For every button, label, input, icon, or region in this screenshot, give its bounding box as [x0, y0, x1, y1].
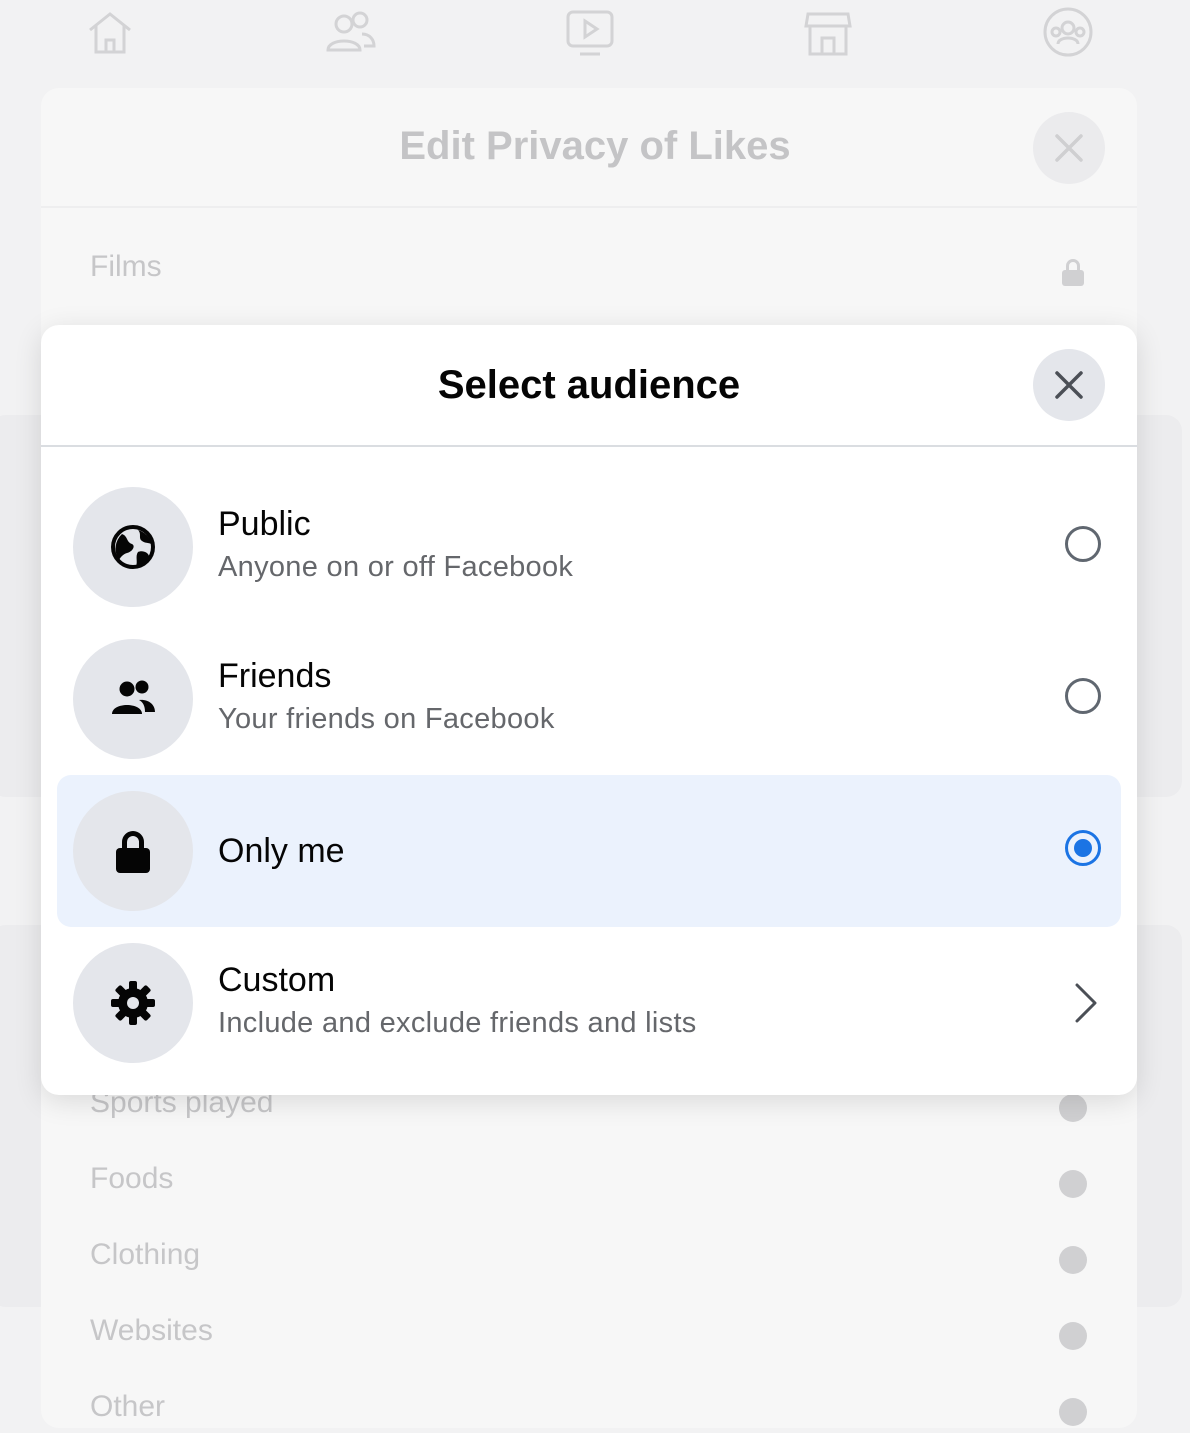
- option-description: Anyone on or off Facebook: [218, 551, 574, 583]
- top-navigation: [0, 0, 1190, 70]
- audience-option-only-me[interactable]: Only me: [57, 775, 1121, 927]
- option-label: Custom: [218, 961, 336, 999]
- select-audience-dialog: Select audience Public Anyone on or off …: [41, 325, 1137, 1095]
- option-label: Public: [218, 505, 311, 543]
- globe-icon[interactable]: [1057, 1168, 1089, 1200]
- likes-row-label[interactable]: Other: [90, 1390, 165, 1424]
- option-description: Include and exclude friends and lists: [218, 1007, 697, 1039]
- globe-icon: [73, 487, 193, 607]
- gear-icon: [73, 943, 193, 1063]
- lock-icon: [73, 791, 193, 911]
- option-description: Your friends on Facebook: [218, 703, 555, 735]
- sheet-divider: [41, 206, 1137, 208]
- chevron-right-icon[interactable]: [1065, 979, 1105, 1027]
- radio-friends[interactable]: [1065, 678, 1101, 714]
- likes-row-label[interactable]: Films: [90, 250, 162, 284]
- likes-row-label[interactable]: Foods: [90, 1162, 173, 1196]
- globe-icon[interactable]: [1057, 1320, 1089, 1352]
- globe-icon[interactable]: [1057, 1244, 1089, 1276]
- lock-icon[interactable]: [1057, 256, 1089, 288]
- sheet-close-button[interactable]: [1033, 112, 1105, 184]
- option-label: Friends: [218, 657, 332, 695]
- sheet-title: Edit Privacy of Likes: [399, 124, 791, 168]
- audience-option-friends[interactable]: Friends Your friends on Facebook: [57, 623, 1121, 775]
- watch-icon[interactable]: [564, 6, 616, 58]
- friends-icon[interactable]: [324, 6, 376, 58]
- groups-icon[interactable]: [1042, 6, 1094, 58]
- close-icon: [1055, 371, 1083, 399]
- audience-option-public[interactable]: Public Anyone on or off Facebook: [57, 471, 1121, 623]
- dialog-divider: [41, 445, 1137, 447]
- home-icon[interactable]: [84, 6, 136, 58]
- globe-icon[interactable]: [1057, 1092, 1089, 1124]
- close-icon: [1055, 134, 1083, 162]
- likes-row-label[interactable]: Clothing: [90, 1238, 200, 1272]
- likes-row-label[interactable]: Websites: [90, 1314, 213, 1348]
- close-button[interactable]: [1033, 349, 1105, 421]
- dialog-title: Select audience: [437, 363, 741, 407]
- radio-public[interactable]: [1065, 526, 1101, 562]
- audience-option-custom[interactable]: Custom Include and exclude friends and l…: [57, 927, 1121, 1079]
- friends-icon: [73, 639, 193, 759]
- marketplace-icon[interactable]: [802, 6, 854, 58]
- option-label: Only me: [218, 832, 345, 870]
- globe-icon[interactable]: [1057, 1396, 1089, 1428]
- radio-only-me[interactable]: [1065, 830, 1101, 866]
